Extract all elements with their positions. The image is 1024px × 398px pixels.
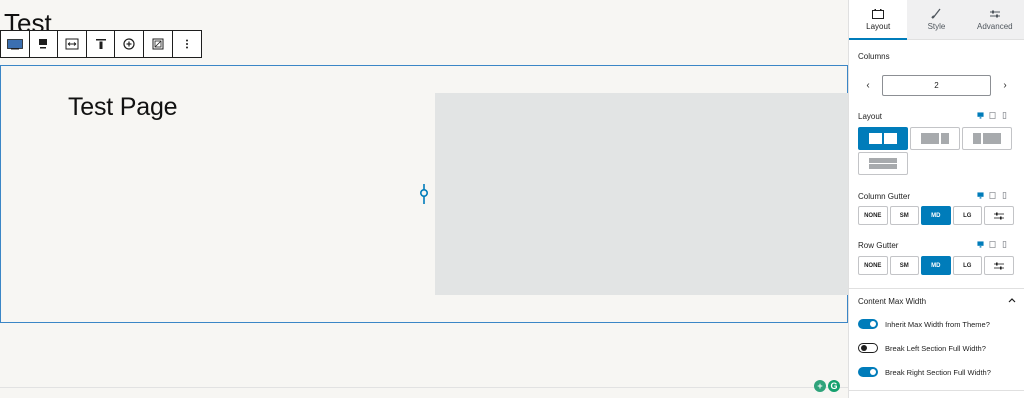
break-right-full-width-toggle[interactable] <box>858 367 878 377</box>
device-switcher <box>977 241 1008 248</box>
tab-label: Layout <box>866 21 891 31</box>
tablet-icon[interactable] <box>989 112 996 119</box>
row-gutter-sm-button[interactable]: SM <box>889 256 919 275</box>
tab-label: Advanced <box>977 21 1013 31</box>
desktop-icon[interactable] <box>977 192 984 199</box>
columns-stepper: ‹ 2 › <box>858 75 1016 96</box>
sidebar-tabs: Layout Style Advanced <box>849 0 1024 40</box>
tab-label: Style <box>927 22 946 31</box>
vertical-align-top-icon[interactable] <box>87 31 116 57</box>
row-gutter-none-button[interactable]: NONE <box>858 256 888 275</box>
column-gutter-none-button[interactable]: NONE <box>858 206 888 225</box>
desktop-icon[interactable] <box>977 112 984 119</box>
divider <box>0 387 848 388</box>
device-switcher <box>977 112 1008 119</box>
row-gutter-label: Row Gutter <box>858 241 899 250</box>
grammarly-icon[interactable]: G <box>828 380 840 392</box>
column-gutter-lg-button[interactable]: LG <box>952 206 982 225</box>
divider <box>849 390 1024 391</box>
mobile-icon[interactable] <box>1001 241 1008 248</box>
column-gutter-custom-button[interactable] <box>984 206 1014 225</box>
plus-icon[interactable]: + <box>814 380 826 392</box>
column-gutter-sm-button[interactable]: SM <box>889 206 919 225</box>
section-block-icon[interactable] <box>1 31 30 57</box>
layout-label: Layout <box>858 112 883 121</box>
row-gutter-custom-button[interactable] <box>984 256 1014 275</box>
toggle-label: Inherit Max Width from Theme? <box>885 319 990 329</box>
resize-icon[interactable] <box>144 31 173 57</box>
desktop-icon[interactable] <box>977 241 984 248</box>
chevron-up-icon <box>1008 298 1016 303</box>
content-max-width-panel-toggle[interactable]: Content Max Width <box>858 297 1016 306</box>
column-placeholder[interactable] <box>435 93 848 295</box>
section-heading[interactable]: Test Page <box>68 93 178 122</box>
tab-advanced[interactable]: Advanced <box>966 0 1024 39</box>
align-top-icon[interactable] <box>30 31 59 57</box>
sliders-icon <box>993 212 1004 219</box>
editor-canvas: Test Test Page + G <box>0 0 848 398</box>
toggle-label: Break Right Section Full Width? <box>885 367 991 377</box>
block-toolbar <box>0 30 203 58</box>
break-right-full-width-toggle-row: Break Right Section Full Width? <box>858 367 991 377</box>
layout-option-wide-left[interactable] <box>910 127 960 150</box>
columns-label: Columns <box>858 52 890 61</box>
break-left-full-width-toggle[interactable] <box>858 343 878 353</box>
device-switcher <box>977 192 1008 199</box>
mobile-icon[interactable] <box>1001 192 1008 199</box>
row-gutter-options: NONE SM MD LG <box>858 256 1014 275</box>
divider <box>849 288 1024 289</box>
columns-increment-button[interactable]: › <box>995 80 1015 91</box>
layout-option-two-equal[interactable] <box>858 127 908 150</box>
column-gutter-options: NONE SM MD LG <box>858 206 1014 225</box>
tablet-icon[interactable] <box>989 241 996 248</box>
row-gutter-lg-button[interactable]: LG <box>952 256 982 275</box>
brush-icon <box>931 8 941 19</box>
column-gutter-md-button[interactable]: MD <box>921 206 951 225</box>
full-width-icon[interactable] <box>58 31 87 57</box>
more-options-icon[interactable] <box>173 31 202 57</box>
inherit-max-width-toggle[interactable] <box>858 319 878 329</box>
sliders-icon <box>989 10 1000 17</box>
sliders-icon <box>993 262 1004 269</box>
break-left-full-width-toggle-row: Break Left Section Full Width? <box>858 343 986 353</box>
tab-layout[interactable]: Layout <box>849 0 908 40</box>
add-icon[interactable] <box>115 31 144 57</box>
mobile-icon[interactable] <box>1001 112 1008 119</box>
floating-icons: + G <box>814 380 840 392</box>
tablet-icon[interactable] <box>989 192 996 199</box>
columns-input[interactable]: 2 <box>882 75 991 96</box>
column-resize-handle-icon[interactable] <box>419 184 429 209</box>
section-block[interactable]: Test Page <box>0 65 848 323</box>
layout-icon <box>872 8 885 19</box>
columns-decrement-button[interactable]: ‹ <box>858 80 878 91</box>
row-gutter-md-button[interactable]: MD <box>921 256 951 275</box>
tab-style[interactable]: Style <box>907 0 965 39</box>
inherit-max-width-toggle-row: Inherit Max Width from Theme? <box>858 319 990 329</box>
layout-option-wide-right[interactable] <box>962 127 1012 150</box>
content-max-width-label: Content Max Width <box>858 297 927 306</box>
settings-sidebar: Layout Style Advanced Columns ‹ 2 › Layo… <box>848 0 1024 398</box>
column-gutter-label: Column Gutter <box>858 192 911 201</box>
layout-option-stacked[interactable] <box>858 152 908 175</box>
toggle-label: Break Left Section Full Width? <box>885 343 986 353</box>
